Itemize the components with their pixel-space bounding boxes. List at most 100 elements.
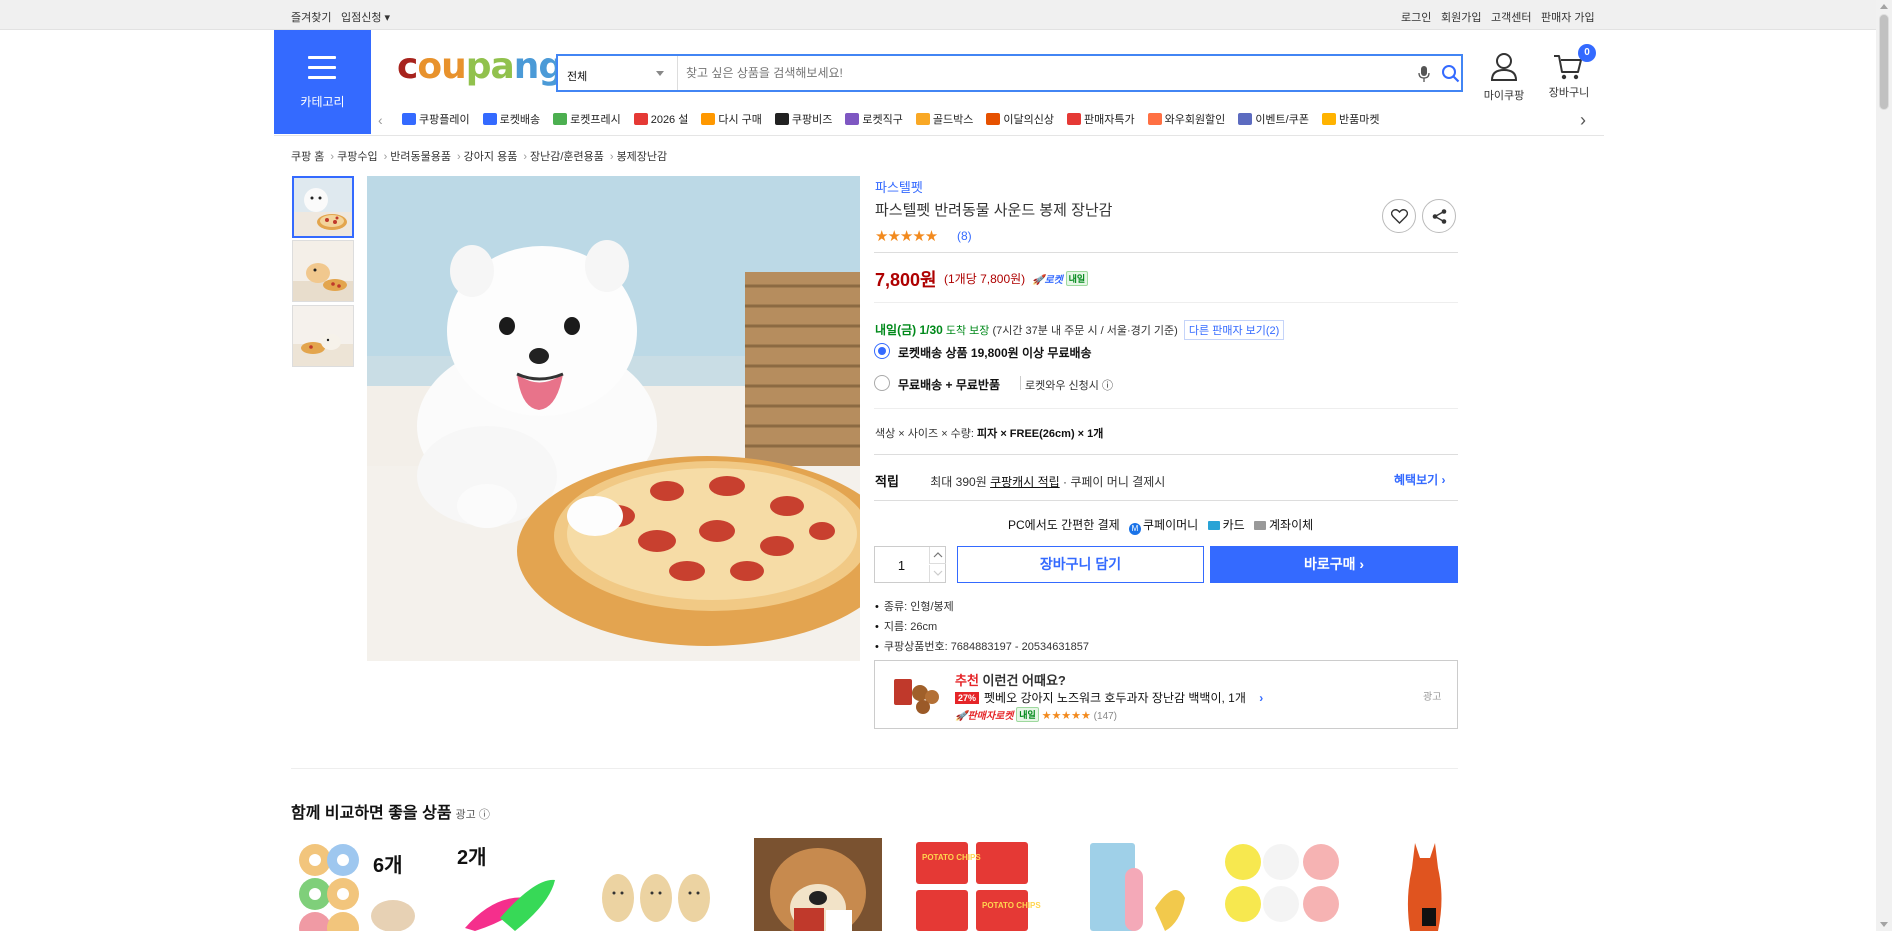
coupay-money-icon: M xyxy=(1129,523,1142,535)
chevron-right-icon[interactable]: › xyxy=(1580,110,1586,131)
thumbnail-3[interactable] xyxy=(292,305,354,367)
thumbnail-1[interactable] xyxy=(292,176,354,238)
header-divider xyxy=(274,135,1604,136)
compare-product-1[interactable]: 6개 xyxy=(293,838,428,931)
search-icon[interactable] xyxy=(1441,64,1460,83)
mypage-label: 마이쿠팡 xyxy=(1483,90,1525,102)
seller-signup-link[interactable]: 판매자 가입 xyxy=(1541,9,1595,25)
breadcrumb-item[interactable]: 강아지 용품 xyxy=(464,151,518,163)
search-input[interactable] xyxy=(686,62,1366,84)
category-nav-item[interactable]: 로켓프레시 xyxy=(553,110,621,130)
microphone-icon[interactable] xyxy=(1417,65,1431,83)
quantity-decrease-button[interactable] xyxy=(929,565,946,582)
recommended-product-name[interactable]: 27% 펫베오 강아지 노즈워크 호두과자 장난감 백백이, 1개 › xyxy=(955,689,1263,706)
chevron-left-icon[interactable]: ‹ xyxy=(378,112,383,128)
shipping-option-radio-1[interactable] xyxy=(874,343,890,359)
signup-link[interactable]: 회원가입 xyxy=(1441,9,1481,25)
buy-now-button[interactable]: 바로구매 › xyxy=(1210,546,1458,583)
thumbnail-2[interactable] xyxy=(292,240,354,302)
scroll-thumb[interactable] xyxy=(1879,14,1889,110)
svg-text:6개: 6개 xyxy=(373,854,403,877)
heart-icon xyxy=(1391,209,1408,224)
category-menu-button[interactable]: 카테고리 xyxy=(274,30,371,134)
bookmark-link[interactable]: 즐겨찾기 xyxy=(291,9,331,25)
category-icon xyxy=(845,113,860,125)
category-nav-item[interactable]: 와우회원할인 xyxy=(1147,110,1225,130)
category-nav-item[interactable]: 로켓직구 xyxy=(845,110,903,130)
breadcrumb-item[interactable]: 장난감/훈련용품 xyxy=(530,151,604,163)
rating-stars: ★★★★★ xyxy=(875,228,938,245)
breadcrumb-item[interactable]: 쿠팡 홈 xyxy=(291,151,324,163)
share-button[interactable] xyxy=(1422,199,1456,233)
seller-apply-link[interactable]: 입점신청 ▾ xyxy=(341,9,390,25)
product-specs: 종류: 인형/봉제 지름: 26cm 쿠팡상품번호: 7684883197 - … xyxy=(875,598,1089,658)
compare-product-5[interactable]: POTATO CHIPS POTATO CHIPS xyxy=(912,838,1047,931)
quantity-increase-button[interactable] xyxy=(929,547,946,564)
breadcrumb-item[interactable]: 반려동물용품 xyxy=(390,151,451,163)
breadcrumb-separator: › xyxy=(330,151,335,163)
category-icon xyxy=(553,113,568,125)
category-nav-item[interactable]: 2026 설 xyxy=(633,110,688,130)
compare-product-7[interactable] xyxy=(1215,838,1350,931)
compare-product-6[interactable] xyxy=(1085,838,1220,931)
category-nav-item[interactable]: 다시 구매 xyxy=(701,110,762,130)
quantity-stepper: 1 xyxy=(874,546,946,583)
coupang-logo[interactable]: coupang xyxy=(397,46,564,87)
svg-text:POTATO CHIPS: POTATO CHIPS xyxy=(922,853,981,862)
other-seller-button[interactable]: 다른 판매자 보기(2) xyxy=(1183,320,1285,340)
divider xyxy=(874,500,1458,501)
compare-product-4[interactable] xyxy=(754,838,889,931)
category-nav-item[interactable]: 쿠팡플레이 xyxy=(402,110,470,130)
divider xyxy=(874,454,1458,455)
chevron-down-icon xyxy=(933,570,943,576)
delivery-info: 내일(금) 1/30 도착 보장 (7시간 37분 내 주문 시 / 서울·경기… xyxy=(875,320,1285,340)
category-label: 카테고리 xyxy=(300,95,345,109)
breadcrumb-item[interactable]: 쿠팡수입 xyxy=(337,151,377,163)
scroll-up-icon[interactable] xyxy=(1880,4,1888,9)
category-icon xyxy=(402,113,416,125)
share-icon xyxy=(1432,209,1447,224)
benefit-link[interactable]: 혜택보기 › xyxy=(1394,471,1446,488)
main-product-image[interactable] xyxy=(367,176,860,661)
coupang-cash-link[interactable]: 쿠팡캐시 적립 xyxy=(990,475,1060,489)
category-nav-item[interactable]: 로켓배송 xyxy=(482,110,540,130)
compare-product-2[interactable]: 2개 xyxy=(455,838,590,931)
quantity-input[interactable]: 1 xyxy=(875,558,928,573)
wishlist-button[interactable] xyxy=(1382,199,1416,233)
login-link[interactable]: 로그인 xyxy=(1401,9,1431,25)
cart-button[interactable]: 0 장바구니 xyxy=(1543,44,1596,100)
bank-icon xyxy=(1254,521,1266,530)
recommendation-title: 추천 이런건 어때요? xyxy=(955,673,1066,688)
breadcrumb-separator: › xyxy=(523,151,527,163)
category-nav-item[interactable]: 이벤트/쿠폰 xyxy=(1238,110,1309,130)
page-scrollbar[interactable] xyxy=(1876,0,1892,931)
category-nav-item[interactable]: 이달의신상 xyxy=(986,110,1054,130)
shipping-option-radio-2[interactable] xyxy=(874,375,890,391)
user-icon xyxy=(1490,53,1518,81)
compare-product-8[interactable] xyxy=(1390,838,1458,931)
category-nav-item[interactable]: 반품마켓 xyxy=(1321,110,1379,130)
cart-count-badge: 0 xyxy=(1578,44,1596,62)
customer-center-link[interactable]: 고객센터 xyxy=(1491,9,1531,25)
breadcrumb-item[interactable]: 봉제장난감 xyxy=(617,151,668,163)
category-nav-item[interactable]: 판매자특가 xyxy=(1066,110,1135,130)
spec-item: 쿠팡상품번호: 7684883197 - 20534631857 xyxy=(875,638,1089,654)
svg-text:POTATO CHIPS: POTATO CHIPS xyxy=(982,901,1041,910)
scroll-down-icon[interactable] xyxy=(1880,922,1888,927)
category-icon xyxy=(701,113,716,125)
brand-link[interactable]: 파스텔펫 xyxy=(875,177,923,196)
breadcrumb-separator: › xyxy=(609,151,614,163)
category-icon xyxy=(1238,113,1253,125)
mypage-button[interactable]: 마이쿠팡 xyxy=(1478,52,1530,103)
compare-product-3[interactable] xyxy=(590,838,725,931)
category-nav-item[interactable]: 골드박스 xyxy=(915,110,973,130)
category-nav-item[interactable]: 쿠팡비즈 xyxy=(774,110,832,130)
wow-signup-note[interactable]: 로켓와우 신청시 ⓘ xyxy=(1025,377,1113,393)
recommendation-card[interactable]: 추천 이런건 어때요? 27% 펫베오 강아지 노즈워크 호두과자 장난감 백백이… xyxy=(874,660,1458,729)
search-category-select[interactable]: 전체 xyxy=(558,56,678,90)
add-to-cart-button[interactable]: 장바구니 담기 xyxy=(957,546,1204,583)
points-info: 적립 최대 390원 쿠팡캐시 적립 · 쿠페이 머니 결제시 xyxy=(875,474,1166,489)
review-count-link[interactable]: (8) xyxy=(957,229,972,243)
cart-label: 장바구니 xyxy=(1548,87,1590,99)
section-divider xyxy=(291,768,1458,769)
